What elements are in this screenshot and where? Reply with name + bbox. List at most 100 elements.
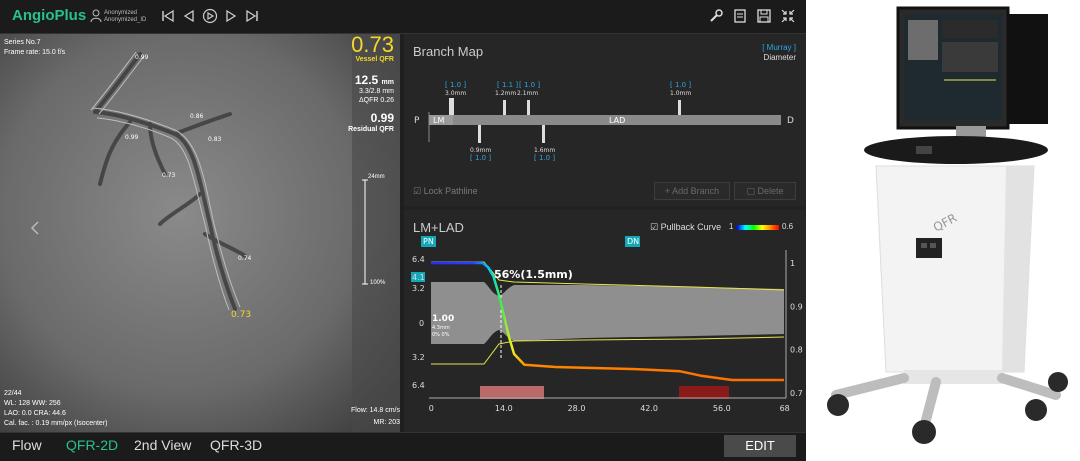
right-tick: 1 — [790, 259, 795, 268]
left-tick: 6.4 — [412, 255, 425, 264]
pullback-panel: LM+LAD ☑ Pullback Curve 1 0.6 PN DN 56%(… — [404, 210, 806, 432]
vessel-label: 0.83 — [208, 136, 222, 143]
lesion-zone — [480, 386, 544, 399]
branch-map-diagram[interactable]: P D LM LAD [ 1.0 ] 3.0mm [ 1.1 ] 1.2mm [… — [404, 34, 806, 206]
svg-text:1.6mm: 1.6mm — [534, 147, 555, 154]
branch-map-distal: D — [787, 116, 794, 126]
vessel-qfr-label: Vessel QFR — [355, 56, 394, 63]
left-tick: 3.2 — [412, 284, 425, 293]
add-branch-button[interactable]: + Add Branch — [654, 182, 730, 200]
left-tick: 0 — [419, 319, 424, 328]
next-frame-icon[interactable] — [223, 8, 239, 24]
tab-qfr-2d[interactable]: QFR-2D — [66, 437, 118, 453]
user-icon — [90, 9, 102, 23]
mr-value: MR: 203 — [373, 419, 400, 426]
analysis-panels: Branch Map [ Murray ] Diameter P D LM LA… — [404, 34, 806, 432]
svg-text:[ 1.1 ]: [ 1.1 ] — [497, 81, 518, 89]
lock-pathline-checkbox[interactable]: ☑ Lock Pathline — [413, 186, 478, 197]
vessel-label: 0.86 — [190, 113, 204, 120]
x-tick: 68 — [780, 404, 790, 413]
delta-qfr: ΔQFR 0.26 — [358, 97, 394, 104]
scale-top-label: 24mm — [368, 174, 385, 180]
svg-text:2.1mm: 2.1mm — [517, 90, 538, 97]
delete-button[interactable]: ▢ Delete — [734, 182, 796, 200]
x-tick: 0 — [429, 404, 434, 413]
pn-label: PN — [423, 237, 434, 246]
play-icon[interactable] — [202, 8, 218, 24]
collapse-icon[interactable] — [780, 8, 796, 24]
vessel-label: 0.99 — [125, 134, 139, 141]
right-tick: 0.8 — [790, 346, 803, 355]
svg-text:[ 1.0 ]: [ 1.0 ] — [534, 154, 555, 162]
window-level: WL: 128 WW: 256 — [4, 400, 61, 407]
vessel-label: 0.99 — [135, 54, 149, 61]
scale-percent-label: 100% — [370, 280, 386, 286]
residual-qfr-label: Residual QFR — [348, 126, 394, 133]
last-frame-icon[interactable] — [244, 8, 260, 24]
vessel-label: 0.73 — [162, 172, 176, 179]
svg-text:[ 1.0 ]: [ 1.0 ] — [470, 154, 491, 162]
first-frame-icon[interactable] — [160, 8, 176, 24]
previous-frame-icon[interactable] — [181, 8, 197, 24]
flow-velocity: Flow: 14.8 cm/s — [350, 407, 400, 414]
right-tick: 0.9 — [790, 302, 803, 311]
cursor-diameter: 4.3mm — [432, 325, 450, 331]
branch-marker-top[interactable]: [ 1.0 ] 1.0mm — [670, 81, 691, 115]
tool-icons — [708, 8, 796, 24]
left-tick: 4.1 — [412, 273, 425, 282]
frame-rate: Frame rate: 15.0 f/s — [4, 49, 66, 56]
tab-qfr-3d[interactable]: QFR-3D — [210, 437, 262, 453]
x-tick: 14.0 — [495, 404, 513, 413]
playback-controls — [160, 8, 260, 24]
branch-map-panel: Branch Map [ Murray ] Diameter P D LM LA… — [404, 34, 806, 206]
x-tick: 56.0 — [713, 404, 731, 413]
cursor-stenosis: 0% 0% — [432, 332, 450, 338]
wrench-icon[interactable] — [708, 8, 724, 24]
left-tick: 3.2 — [412, 353, 425, 362]
vessel-area — [431, 282, 784, 344]
svg-text:1.2mm: 1.2mm — [495, 90, 516, 97]
branch-marker-bottom[interactable]: 0.9mm [ 1.0 ] — [470, 125, 491, 162]
svg-text:[ 1.0 ]: [ 1.0 ] — [519, 81, 540, 89]
lesion-zone — [679, 386, 729, 399]
branch-marker-top[interactable]: [ 1.0 ] 2.1mm — [517, 81, 540, 115]
branch-marker-top[interactable]: [ 1.1 ] 1.2mm — [495, 81, 518, 115]
svg-text:[ 1.0 ]: [ 1.0 ] — [445, 81, 466, 89]
bottom-tab-bar: Flow QFR-2D 2nd View QFR-3D EDIT — [0, 432, 806, 461]
tab-flow[interactable]: Flow — [12, 437, 42, 453]
device-photo: QFR — [806, 0, 1080, 461]
tab-2nd-view[interactable]: 2nd View — [134, 437, 191, 453]
svg-text:0.9mm: 0.9mm — [470, 147, 491, 154]
dn-label: DN — [627, 237, 639, 246]
left-tick: 6.4 — [412, 381, 425, 390]
svg-text:3.0mm: 3.0mm — [445, 90, 466, 97]
title-bar: AngioPlus Anonymized Anonymized_ID — [0, 0, 806, 34]
right-tick: 0.7 — [790, 389, 803, 398]
lesion-length: 12.5 mm — [354, 73, 394, 87]
segment-lm[interactable]: LM — [433, 116, 444, 125]
branch-marker-bottom[interactable]: 1.6mm [ 1.0 ] — [534, 125, 555, 162]
trash-icon: ▢ — [746, 186, 755, 196]
save-icon[interactable] — [756, 8, 772, 24]
report-icon[interactable] — [732, 8, 748, 24]
branch-map-proximal: P — [414, 116, 420, 126]
x-tick: 42.0 — [640, 404, 658, 413]
vessel-qfr-value: 0.73 — [351, 34, 394, 57]
branch-marker-top[interactable]: [ 1.0 ] 3.0mm — [445, 81, 466, 115]
projection-angles: LAO: 0.0 CRA: 44.6 — [4, 410, 66, 417]
vessel-label-end: 0.73 — [231, 310, 251, 320]
series-label: Series No.7 — [4, 39, 41, 46]
app-brand: AngioPlus — [12, 7, 87, 24]
angioplus-app: AngioPlus Anonymized Anonymized_ID 0.99 … — [0, 0, 806, 461]
angiography-viewer[interactable]: 0.99 0.86 0.99 0.83 0.73 0.74 0.73 Serie… — [0, 34, 400, 432]
qfr-workstation-illustration: QFR — [827, 6, 1068, 444]
edit-button[interactable]: EDIT — [724, 435, 796, 457]
x-tick: 28.0 — [568, 404, 586, 413]
frame-counter: 22/44 — [4, 390, 22, 397]
pullback-chart[interactable]: PN DN 56%(1.5mm) 1.00 4.3mm 0% 0% 6.4 4.… — [404, 210, 806, 432]
svg-text:1.0mm: 1.0mm — [670, 90, 691, 97]
stenosis-label: 56%(1.5mm) — [494, 268, 573, 281]
calibration-factor: Cal. fac. : 0.19 mm/px (Isocenter) — [4, 420, 108, 427]
segment-lad[interactable]: LAD — [609, 116, 625, 125]
svg-text:[ 1.0 ]: [ 1.0 ] — [670, 81, 691, 89]
